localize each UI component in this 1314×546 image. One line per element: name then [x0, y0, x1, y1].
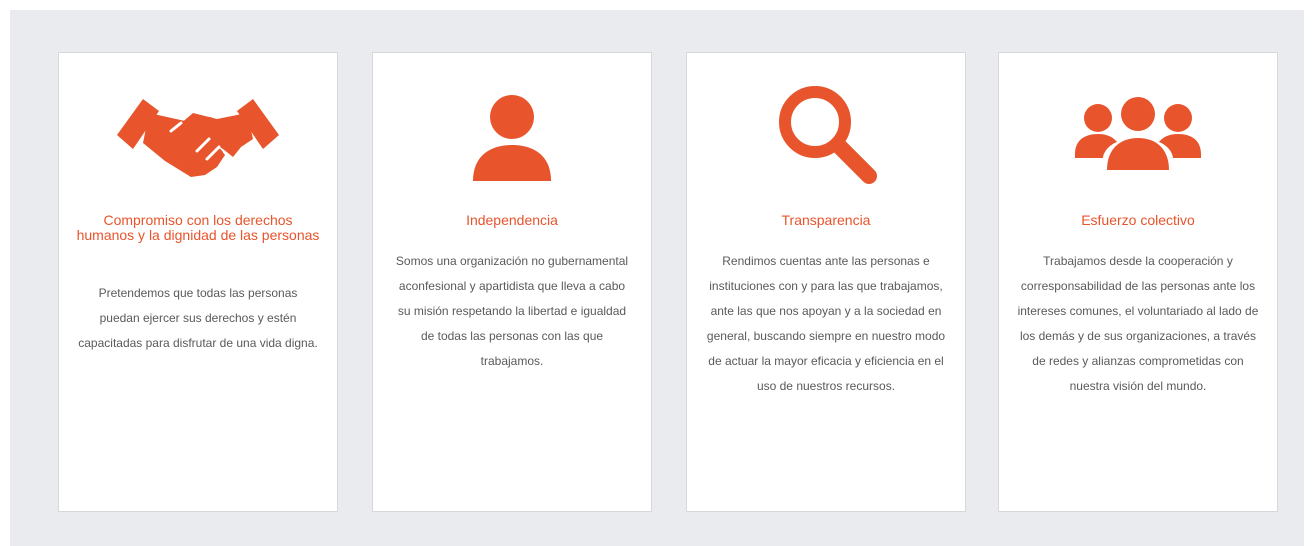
value-card-transparency: Transparencia Rendimos cuentas ante las …: [686, 52, 966, 512]
value-description: Somos una organización no gubernamental …: [395, 254, 629, 368]
value-card-commitment: Compromiso con los derechos humanos y la…: [58, 52, 338, 512]
group-icon: [999, 73, 1277, 193]
value-title: Esfuerzo colectivo: [1081, 212, 1195, 228]
magnifier-icon: [687, 73, 965, 193]
handshake-icon: [59, 73, 337, 193]
value-description: Pretendemos que todas las personas pueda…: [78, 286, 318, 350]
value-title: Compromiso con los derechos humanos y la…: [76, 212, 320, 243]
value-title: Independencia: [466, 212, 558, 228]
value-title: Transparencia: [781, 212, 871, 228]
value-description: Trabajamos desde la cooperación y corres…: [1017, 254, 1259, 393]
value-description: Rendimos cuentas ante las personas e ins…: [706, 254, 946, 393]
value-card-collective-effort: Esfuerzo colectivo Trabajamos desde la c…: [998, 52, 1278, 512]
values-section: Compromiso con los derechos humanos y la…: [10, 10, 1304, 546]
person-icon: [373, 73, 651, 193]
value-card-independence: Independencia Somos una organización no …: [372, 52, 652, 512]
